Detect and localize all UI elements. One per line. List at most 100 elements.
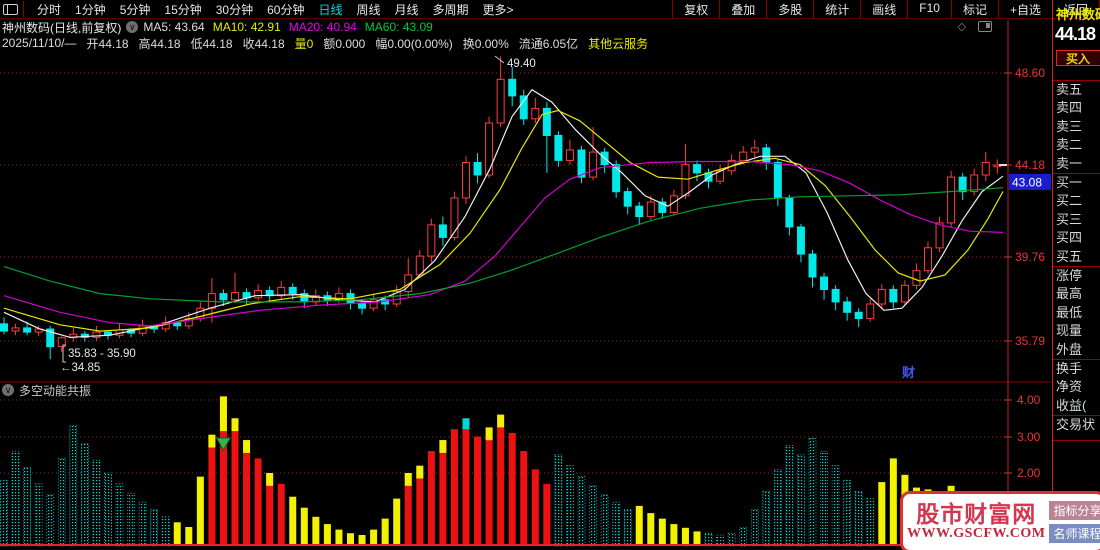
- quote-row[interactable]: 净资: [1053, 378, 1100, 396]
- svg-text:35.79: 35.79: [1015, 334, 1045, 348]
- ohlc-item: 量0: [294, 36, 314, 51]
- watermark-badge-2: 名师课程: [1049, 524, 1100, 543]
- main-chart[interactable]: 48.60 44.18 39.76 35.79 43.08 4.00 3.00 2.00 49.…: [0, 0, 1052, 550]
- quote-row[interactable]: 卖五: [1053, 81, 1100, 99]
- svg-text:48.60: 48.60: [1015, 66, 1045, 80]
- ma-value: MA10: 42.91: [212, 20, 281, 34]
- panel-toggle-icon[interactable]: [978, 21, 992, 32]
- menu-item[interactable]: 分时: [37, 1, 61, 18]
- chart-corner-icons: ◇: [958, 20, 992, 33]
- menu-item[interactable]: 5分钟: [120, 1, 151, 18]
- menu-item[interactable]: 叠加: [719, 0, 766, 18]
- ma-value: MA5: 43.64: [143, 20, 205, 34]
- trading-app-window: 分时 1分钟 5分钟 15分钟 30分钟 60分钟 日线 周线 月线 多周期 更多> 复权 叠加 多股统…: [0, 0, 1100, 550]
- quote-row[interactable]: 买三: [1053, 211, 1100, 229]
- watermark-title: 股市财富网: [916, 501, 1037, 527]
- quote-row[interactable]: 最低: [1053, 304, 1100, 322]
- watermark-url: WWW.GSCFW.COM: [907, 526, 1046, 541]
- layout-icon[interactable]: [3, 3, 18, 15]
- ma-value: MA20: 40.94: [288, 20, 357, 34]
- quote-group: [1053, 440, 1100, 441]
- svg-text:3.00: 3.00: [1017, 430, 1041, 444]
- watermark-left: 股市财富网 WWW.GSCFW.COM: [907, 502, 1045, 542]
- chevron-down-icon[interactable]: ∨: [126, 21, 139, 33]
- menu-item[interactable]: 画线: [860, 0, 907, 18]
- menu-item[interactable]: 复权: [672, 0, 719, 18]
- watermark-badges: 指标分享 名师课程: [1049, 501, 1100, 543]
- quote-row[interactable]: 卖二: [1053, 136, 1100, 154]
- ma-values: MA5: 43.64 MA10: 42.91 MA20: 40.94 MA60: 43…: [143, 20, 441, 34]
- menu-item[interactable]: 统计: [813, 0, 860, 18]
- svg-text:2.00: 2.00: [1017, 466, 1041, 480]
- quote-row[interactable]: 收益(: [1053, 397, 1100, 415]
- svg-text:35.83 - 35.90: 35.83 - 35.90: [68, 348, 136, 360]
- svg-text:←34.85: ←34.85: [60, 362, 100, 374]
- ohlc-row: 2025/11/10/— 开44.18 高44.18 低44.18 收44.18 量0 额0…: [0, 35, 1052, 51]
- chart-annotations: 49.40 35.83 - 35.90 ←34.85 财: [60, 55, 1007, 380]
- quote-group: 交易状: [1053, 415, 1100, 434]
- buy-signal-arrow-icon: [215, 437, 232, 451]
- diamond-icon[interactable]: ◇: [958, 20, 966, 33]
- quote-row[interactable]: 买五: [1053, 248, 1100, 266]
- svg-text:44.18: 44.18: [1015, 158, 1045, 172]
- quote-row[interactable]: 现量: [1053, 322, 1100, 340]
- menu-item[interactable]: 更多>: [483, 1, 514, 18]
- buy-button[interactable]: 买入: [1056, 50, 1100, 66]
- candles-layer: [0, 56, 1002, 360]
- menu-item[interactable]: 周线: [356, 1, 380, 18]
- menu-item[interactable]: 多周期: [433, 1, 469, 18]
- indicator-bars-layer: [0, 396, 1001, 547]
- quote-row[interactable]: 换手: [1053, 360, 1100, 378]
- ohlc-item: 收44.18: [242, 36, 285, 51]
- collapse-icon[interactable]: ∨: [2, 384, 14, 396]
- svg-text:49.40: 49.40: [507, 58, 536, 70]
- action-menu: 复权 叠加 多股 统计 画线 F10 标记 +自选 返回: [672, 0, 1100, 18]
- ohlc-item: 开44.18: [86, 36, 129, 51]
- quote-panel: 神州数码 44.18 买入 卖五卖四卖三卖二卖一买一买二买三买四买五涨停最高最低…: [1052, 0, 1100, 550]
- menu-item[interactable]: F10: [907, 0, 951, 18]
- quote-row[interactable]: 外盘: [1053, 341, 1100, 359]
- quote-row[interactable]: 买四: [1053, 229, 1100, 247]
- top-menu-bar: 分时 1分钟 5分钟 15分钟 30分钟 60分钟 日线 周线 月线 多周期 更多> 复权 叠加 多股统…: [0, 0, 1100, 19]
- indicator-title-row: ∨ 多空动能共振: [2, 383, 92, 398]
- quote-row[interactable]: 卖四: [1053, 99, 1100, 117]
- svg-text:43.08: 43.08: [1012, 176, 1042, 190]
- menu-item[interactable]: 1分钟: [75, 1, 106, 18]
- quote-row[interactable]: 买二: [1053, 192, 1100, 210]
- quote-group: 换手 净资 收益(: [1053, 359, 1100, 415]
- quote-group: 涨停 最高 最低 现量 外盘: [1053, 266, 1100, 359]
- ohlc-item: 高44.18: [138, 36, 181, 51]
- ohlc-item: 换0.00%: [462, 36, 509, 51]
- menu-item[interactable]: 30分钟: [216, 1, 253, 18]
- quote-row[interactable]: 涨停: [1053, 267, 1100, 285]
- menu-item[interactable]: 60分钟: [267, 1, 304, 18]
- quote-row[interactable]: 交易状: [1053, 416, 1100, 434]
- watermark-badge-1: 指标分享: [1049, 501, 1100, 520]
- ohlc-item: 其他云服务: [588, 36, 649, 51]
- quote-row[interactable]: 最高: [1053, 285, 1100, 303]
- stock-info-row: 神州数码(日线,前复权) ∨ MA5: 43.64 MA10: 42.91 MA20…: [0, 19, 1052, 35]
- menu-item[interactable]: 15分钟: [164, 1, 201, 18]
- svg-text:财: 财: [902, 365, 915, 380]
- quote-row[interactable]: 买一: [1053, 174, 1100, 192]
- quote-row[interactable]: 卖三: [1053, 118, 1100, 136]
- ohlc-item: 额0.000: [323, 36, 366, 51]
- svg-text:4.00: 4.00: [1017, 393, 1041, 407]
- ohlc-item: 幅0.00(0.00%): [375, 36, 453, 51]
- price-axis: 48.60 44.18 39.76 35.79 43.08 4.00 3.00 2.00: [1004, 66, 1051, 480]
- stock-title: 神州数码(日线,前复权): [2, 20, 122, 35]
- menu-item[interactable]: 标记: [950, 0, 998, 18]
- menu-item[interactable]: 日线: [318, 1, 342, 18]
- quote-row[interactable]: 卖一: [1053, 155, 1100, 173]
- period-menu: 分时 1分钟 5分钟 15分钟 30分钟 60分钟 日线 周线 月线 多周期 更多>: [30, 1, 521, 18]
- menu-item[interactable]: 多股: [766, 0, 813, 18]
- menu-item[interactable]: +自选: [997, 0, 1052, 18]
- quote-stock-name: 神州数码: [1056, 7, 1100, 22]
- indicator-name: 多空动能共振: [19, 383, 92, 398]
- svg-text:39.76: 39.76: [1015, 250, 1045, 264]
- menu-item[interactable]: 月线: [395, 1, 419, 18]
- quote-group: 卖五 卖四 卖三 卖二 卖一: [1053, 80, 1100, 173]
- ma-value: MA60: 43.09: [364, 20, 433, 34]
- watermark-box: 股市财富网 WWW.GSCFW.COM 指标分享 名师课程: [900, 491, 1100, 550]
- ohlc-item: 低44.18: [190, 36, 233, 51]
